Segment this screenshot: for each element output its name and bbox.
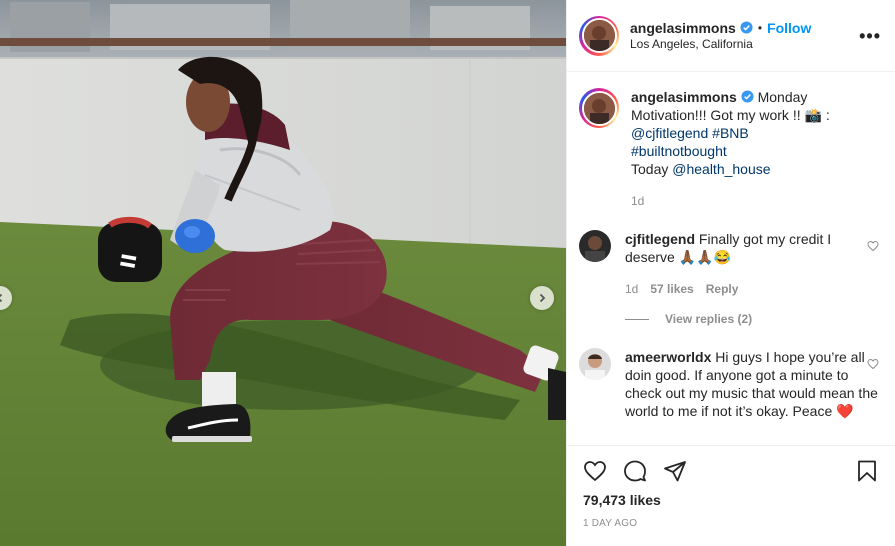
comment: ameerworldx Hi guys I hope you’re all do…	[579, 348, 879, 420]
view-replies-label: View replies (2)	[665, 312, 753, 326]
comment: cjfitlegend Finally got my credit I dese…	[579, 230, 879, 298]
view-replies-button[interactable]: View replies (2)	[625, 312, 879, 326]
verified-badge-icon	[741, 90, 754, 103]
avatar-photo	[583, 92, 615, 124]
avatar-photo	[583, 20, 615, 51]
avatar-photo	[579, 348, 611, 380]
caption-timestamp[interactable]: 1d	[631, 192, 644, 210]
hashtag-link[interactable]: #builtnotbought	[631, 143, 727, 159]
comment-likes[interactable]: 57 likes	[650, 280, 693, 298]
camera-emoji: 📸	[804, 107, 822, 123]
workout-photo: II	[0, 0, 566, 546]
like-heart-icon[interactable]	[583, 459, 607, 483]
post-photo[interactable]: II	[0, 0, 566, 546]
replies-divider	[625, 318, 649, 320]
reply-button[interactable]: Reply	[706, 280, 739, 298]
verified-badge-icon	[740, 21, 753, 34]
commenter-avatar[interactable]	[579, 348, 611, 380]
follow-button[interactable]: Follow	[767, 20, 811, 36]
avatar-photo	[579, 230, 611, 262]
caption-avatar[interactable]	[579, 88, 619, 128]
next-photo-button[interactable]	[530, 286, 554, 310]
author-username[interactable]: angelasimmons	[630, 20, 736, 36]
caption-text: Today	[631, 161, 673, 177]
comment-username[interactable]: ameerworldx	[625, 349, 711, 365]
instagram-post: II angelasimmons • Follow Los Angeles, C…	[0, 0, 895, 546]
action-bar	[583, 456, 879, 486]
caption-username[interactable]: angelasimmons	[631, 89, 737, 105]
save-bookmark-icon[interactable]	[855, 459, 879, 483]
more-options-button[interactable]: •••	[859, 27, 881, 45]
caption-text: :	[821, 107, 830, 123]
chevron-right-icon	[539, 293, 546, 303]
post-age[interactable]: 1 DAY AGO	[583, 518, 879, 529]
comment-username[interactable]: cjfitlegend	[625, 231, 695, 247]
post-actions-section: 79,473 likes 1 DAY AGO	[567, 445, 895, 529]
separator-dot: •	[757, 20, 763, 35]
mention-link[interactable]: @cjfitlegend	[631, 125, 708, 141]
likes-count[interactable]: 79,473 likes	[583, 492, 879, 508]
comments-section: angelasimmons Monday Motivation!!! Got m…	[567, 72, 895, 444]
like-comment-heart-icon[interactable]	[867, 358, 879, 370]
like-comment-heart-icon[interactable]	[867, 240, 879, 252]
share-paper-plane-icon[interactable]	[663, 459, 687, 483]
mention-link[interactable]: @health_house	[672, 161, 770, 177]
caption: angelasimmons Monday Motivation!!! Got m…	[579, 88, 879, 210]
post-header: angelasimmons • Follow Los Angeles, Cali…	[567, 0, 895, 72]
chevron-left-icon	[0, 293, 3, 303]
commenter-avatar[interactable]	[579, 230, 611, 262]
post-location[interactable]: Los Angeles, California	[630, 36, 859, 52]
hashtag-link[interactable]: #BNB	[712, 125, 749, 141]
comment-timestamp[interactable]: 1d	[625, 280, 638, 298]
comment-bubble-icon[interactable]	[623, 459, 647, 483]
post-side-panel: angelasimmons • Follow Los Angeles, Cali…	[566, 0, 895, 546]
author-avatar[interactable]	[579, 15, 619, 56]
